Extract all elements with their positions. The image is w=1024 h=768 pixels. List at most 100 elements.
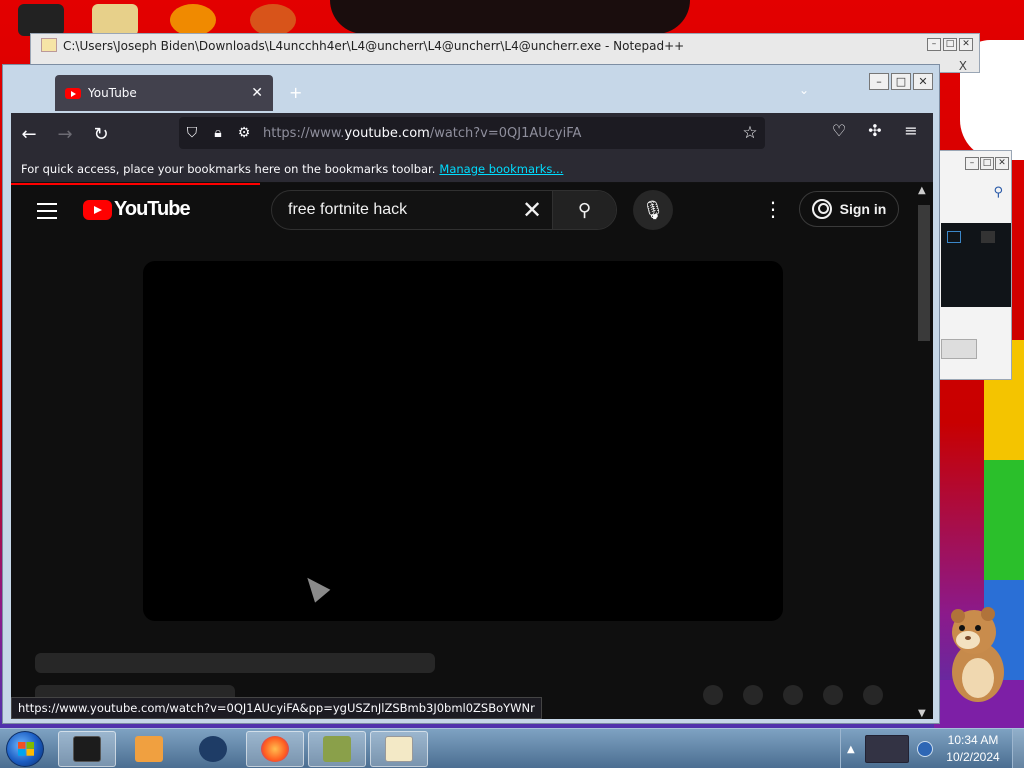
taskbar-item[interactable] <box>308 731 366 767</box>
search-box[interactable]: ✕ ⚲ <box>271 190 617 230</box>
game-box-icon <box>323 736 351 762</box>
sign-in-label: Sign in <box>839 201 887 217</box>
lock-icon[interactable]: 🔒︎ <box>205 125 231 141</box>
youtube-logo-text: YouTube <box>114 198 191 220</box>
taskbar-item-notepadpp[interactable] <box>370 731 428 767</box>
settings-more-icon[interactable]: ⋮ <box>763 197 783 221</box>
manage-bookmarks-link[interactable]: Manage bookmarks... <box>439 162 563 176</box>
forward-arrow-icon[interactable]: → <box>47 124 83 145</box>
tab-youtube[interactable]: YouTube ✕ <box>55 75 273 111</box>
app-window-icon <box>73 736 101 762</box>
wallpaper-stripe <box>984 460 1024 580</box>
desktop-icon[interactable] <box>92 4 138 36</box>
globe-icon <box>199 736 227 762</box>
clock-date: 10/2/2024 <box>946 750 1000 764</box>
tray-expand-icon[interactable]: ▲ <box>847 744 855 755</box>
url-text[interactable]: https://www.youtube.com/watch?v=0QJ1AUcy… <box>263 126 735 141</box>
close-button[interactable]: ✕ <box>959 38 973 51</box>
account-icon <box>811 199 832 219</box>
placeholder-circle <box>823 685 843 705</box>
search-button[interactable]: ⚲ <box>552 191 616 229</box>
notepadpp-title: C:\Users\Joseph Biden\Downloads\L4uncchh… <box>63 39 685 53</box>
sign-in-button[interactable]: Sign in <box>799 191 899 227</box>
taskbar-item[interactable] <box>184 731 242 767</box>
notepadpp-icon <box>385 736 413 762</box>
placeholder-circle <box>743 685 763 705</box>
show-desktop-button[interactable] <box>1012 729 1024 768</box>
menu-hamburger-icon[interactable]: ≡ <box>897 121 925 140</box>
close-button[interactable]: ✕ <box>995 157 1009 170</box>
clear-search-icon[interactable]: ✕ <box>512 196 552 224</box>
minimize-button[interactable]: – <box>927 38 941 51</box>
video-player[interactable] <box>143 261 783 621</box>
wallpaper-shape <box>330 0 690 34</box>
media-player-icon <box>135 736 163 762</box>
tracking-shield-icon[interactable]: ⛉ <box>179 125 205 141</box>
browser-content: ← → ↻ ⛉ 🔒︎ ⚙ https://www.youtube.com/wat… <box>11 113 933 719</box>
thumbnail-icon[interactable] <box>947 231 961 243</box>
youtube-favicon-icon <box>65 87 81 99</box>
scrollbar-thumb[interactable] <box>918 205 930 341</box>
action-placeholders <box>703 685 883 705</box>
placeholder-circle <box>783 685 803 705</box>
close-button[interactable]: ✕ <box>913 73 933 90</box>
start-button[interactable] <box>6 731 44 767</box>
youtube-logo[interactable]: YouTube <box>83 198 191 221</box>
window-controls: – □ ✕ <box>927 38 973 51</box>
youtube-play-icon <box>83 199 112 220</box>
voice-search-mic-icon[interactable]: 🎙︎ <box>633 190 673 230</box>
button[interactable] <box>941 339 977 359</box>
scroll-up-icon[interactable]: ▲ <box>918 185 926 196</box>
network-icon[interactable] <box>916 741 933 757</box>
preview-pane <box>941 223 1011 307</box>
navigation-toolbar: ← → ↻ ⛉ 🔒︎ ⚙ https://www.youtube.com/wat… <box>11 113 933 155</box>
minimize-button[interactable]: – <box>869 73 889 90</box>
maximize-button[interactable]: □ <box>943 38 957 51</box>
close-doc-button[interactable]: X <box>959 59 967 73</box>
search-icon[interactable]: ⚲ <box>993 185 1003 200</box>
window-controls: – □ ✕ <box>869 73 933 90</box>
bookmark-star-icon[interactable]: ☆ <box>735 123 765 143</box>
taskbar-item[interactable] <box>58 731 116 767</box>
desktop-icon[interactable] <box>170 4 216 36</box>
clock-time: 10:34 AM <box>947 733 999 747</box>
title-placeholder <box>35 653 435 673</box>
taskbar-item-firefox[interactable] <box>246 731 304 767</box>
maximize-button[interactable]: □ <box>980 157 994 170</box>
tab-close-icon[interactable]: ✕ <box>251 85 263 101</box>
tab-list-chevron-icon[interactable]: ⌄ <box>799 83 809 97</box>
search-input[interactable] <box>272 191 512 229</box>
desktop-icon[interactable] <box>18 4 64 36</box>
new-tab-button[interactable]: + <box>289 83 302 102</box>
extensions-icon[interactable]: ✣ <box>861 121 889 140</box>
placeholder-circle <box>863 685 883 705</box>
notepadpp-icon <box>41 38 57 52</box>
window-controls: – □ ✕ <box>965 157 1009 170</box>
hamster-image <box>951 607 1004 702</box>
minimize-button[interactable]: – <box>965 157 979 170</box>
address-bar[interactable]: ⛉ 🔒︎ ⚙ https://www.youtube.com/watch?v=0… <box>179 117 765 149</box>
thumbnail-icon[interactable] <box>981 231 995 243</box>
maximize-button[interactable]: □ <box>891 73 911 90</box>
youtube-page: YouTube ✕ ⚲ 🎙︎ ⋮ Sign in <box>11 185 915 719</box>
firefox-window[interactable]: YouTube ✕ + ⌄ – □ ✕ ← → ↻ ⛉ 🔒︎ ⚙ https:/… <box>2 64 940 724</box>
guide-menu-icon[interactable] <box>37 203 57 224</box>
bookmarks-hint: For quick access, place your bookmarks h… <box>21 161 436 176</box>
toolbar-actions: ♡ ✣ ≡ <box>825 121 925 140</box>
tab-title: YouTube <box>88 86 137 100</box>
desktop-icon[interactable] <box>250 4 296 36</box>
status-link-preview: https://www.youtube.com/watch?v=0QJ1AUcy… <box>11 697 542 719</box>
search-icon: ⚲ <box>577 199 592 221</box>
page-scrollbar[interactable]: ▲ ▼ <box>915 185 933 719</box>
back-arrow-icon[interactable]: ← <box>11 124 47 145</box>
permissions-icon[interactable]: ⚙ <box>231 125 257 141</box>
reload-icon[interactable]: ↻ <box>83 124 119 145</box>
bookmarks-toolbar: For quick access, place your bookmarks h… <box>11 155 933 183</box>
pocket-icon[interactable]: ♡ <box>825 121 853 140</box>
taskbar-item[interactable] <box>120 731 178 767</box>
background-window[interactable]: – □ ✕ ⚲ <box>938 150 1012 380</box>
tray-app-icon[interactable] <box>864 735 909 763</box>
taskbar: ▲ 10:34 AM 10/2/2024 <box>0 728 1024 768</box>
scroll-down-icon[interactable]: ▼ <box>918 708 926 719</box>
clock[interactable]: 10:34 AM 10/2/2024 <box>938 732 1008 766</box>
